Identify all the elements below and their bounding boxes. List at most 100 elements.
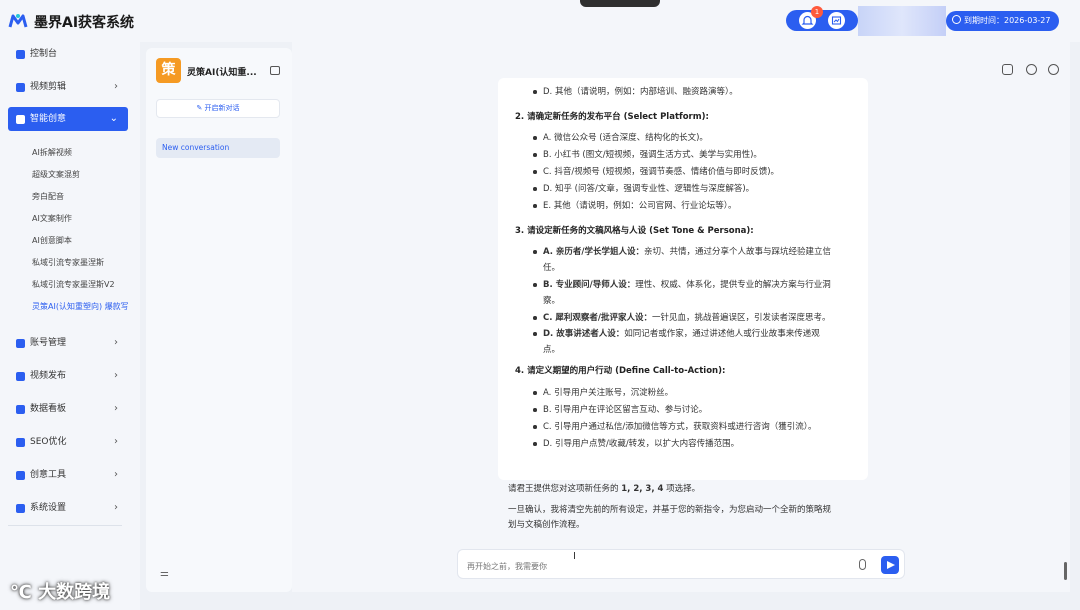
persona-label: D. 故事讲述者人设：	[543, 329, 625, 339]
persona-text: 一针见血，挑战普遍误区，引发读者深度思考。	[652, 313, 831, 323]
sidebar-item-label: 智能创意	[30, 114, 67, 124]
sidebar-subitem[interactable]: 私域引流专家墨涅斯V2	[32, 279, 136, 290]
prompt-bold: 1, 2, 3, 4	[621, 484, 664, 494]
sliders-icon[interactable]: ⚌	[160, 568, 169, 579]
divider	[8, 525, 122, 526]
bullet	[533, 153, 537, 157]
message-line: 任。	[543, 263, 561, 273]
sidebar-item-video-edit[interactable]: 视频剪辑 ›	[8, 75, 128, 99]
sidebar-item-creative-tools[interactable]: 创意工具 ›	[8, 463, 128, 487]
app-title: 墨界AI获客系统	[34, 15, 135, 31]
sidebar-item-seo[interactable]: SEO优化 ›	[8, 430, 128, 454]
sidebar-subitem[interactable]: 超级文案混剪	[32, 169, 136, 180]
sidebar-subitem[interactable]: AI创意脚本	[32, 235, 136, 246]
sidebar-subitem-selected[interactable]: 灵策AI(认知重塑向) 爆款写	[32, 301, 136, 312]
message-line: 察。	[543, 296, 561, 306]
sidebar-item-label: 视频剪辑	[30, 82, 67, 92]
watermark-text: 大数跨境	[38, 582, 111, 603]
message-line: D. 引导用户点赞/收藏/转发，以扩大内容传播范围。	[543, 439, 740, 449]
microphone-icon[interactable]	[859, 559, 866, 570]
sidebar-item-account[interactable]: 账号管理 ›	[8, 331, 128, 355]
chevron-right-icon: ›	[114, 337, 118, 348]
send-icon	[16, 372, 25, 381]
new-chat-button[interactable]: ✎ 开启新对话	[156, 99, 280, 118]
send-button[interactable]	[881, 556, 899, 574]
new-chat-label: 开启新对话	[204, 104, 240, 112]
seo-icon	[16, 438, 25, 447]
sidebar-item-label: SEO优化	[30, 437, 67, 447]
sidebar-item-dashboard[interactable]: 控制台	[8, 42, 128, 66]
notification-badge: 1	[811, 6, 823, 18]
message-line: A. 引导用户关注账号，沉淀粉丝。	[543, 388, 674, 398]
watermark: ℃ 大数跨境	[10, 578, 110, 604]
chat-input[interactable]: 再开始之前，我需要你	[457, 549, 905, 579]
sidebar-item-settings[interactable]: 系统设置 ›	[8, 496, 128, 520]
sidebar-item-data-board[interactable]: 数据看板 ›	[8, 397, 128, 421]
message-line: D. 其他（请说明，例如：内部培训、融资路演等）。	[543, 87, 738, 97]
persona-label: C. 犀利观察者/批评家人设：	[543, 313, 653, 323]
watermark-logo-icon: ℃	[10, 582, 39, 603]
agent-avatar: 策	[156, 58, 181, 83]
sidebar-item-label: 控制台	[30, 49, 58, 59]
bullet	[533, 250, 537, 254]
chevron-right-icon: ›	[114, 502, 118, 513]
chevron-right-icon: ›	[114, 469, 118, 480]
sidebar-subitem[interactable]: 私域引流专家墨涅斯	[32, 257, 136, 268]
sidebar-item-publish[interactable]: 视频发布 ›	[8, 364, 128, 388]
bullet	[533, 187, 537, 191]
tools-icon	[16, 471, 25, 480]
chevron-down-icon: ⌄	[109, 113, 118, 124]
collapse-panel-icon[interactable]	[270, 66, 280, 75]
sidebar-subitem[interactable]: AI文案制作	[32, 213, 136, 224]
chat-toolbar	[1002, 64, 1062, 78]
message-line: D. 知乎 (问答/文章，强调专业性、逻辑性与深度解答)。	[543, 184, 755, 194]
agent-name: 灵策AI(认知重...	[187, 68, 257, 78]
section-title: 2. 请确定新任务的发布平台 (Select Platform):	[515, 112, 709, 122]
screen-notch	[580, 0, 660, 7]
bullet	[533, 391, 537, 395]
chat-input-text[interactable]: 再开始之前，我需要你	[467, 561, 547, 572]
sidebar-item-smart-creative[interactable]: 智能创意 ⌄	[8, 107, 128, 131]
database-icon[interactable]	[1002, 64, 1013, 75]
sidebar-item-label: 系统设置	[30, 503, 67, 513]
sidebar-subitem[interactable]: 旁白配音	[32, 191, 136, 202]
message-line: B. 引导用户在评论区留言互动、参与讨论。	[543, 405, 708, 415]
gear-icon[interactable]	[1026, 64, 1037, 75]
sidebar-item-label: 数据看板	[30, 404, 67, 414]
chart-icon	[16, 405, 25, 414]
sidebar-item-label: 账号管理	[30, 338, 67, 348]
message-line: E. 其他（请说明，例如：公司官网、行业论坛等）。	[543, 201, 737, 211]
creative-icon	[16, 115, 25, 124]
top-bar: 墨界AI获客系统 1 到期时间：2026-03-27	[0, 0, 1080, 42]
chevron-right-icon: ›	[114, 370, 118, 381]
message-line: B. 专业顾问/导师人设：理性、权威、体系化，提供专业的解决方案与行业洞	[543, 278, 831, 290]
confirm-line: 一旦确认，我将清空先前的所有设定，并基于您的新指令，为您启动一个全新的策略规	[508, 505, 832, 515]
prompt-line: 请君王提供您对这项新任务的 1, 2, 3, 4 项选择。	[508, 482, 700, 494]
scrollbar[interactable]	[1064, 562, 1067, 580]
sidebar-item-label: 创意工具	[30, 470, 67, 480]
bullet	[533, 408, 537, 412]
expiry-badge: 到期时间：2026-03-27	[946, 11, 1059, 31]
refresh-icon[interactable]	[1048, 64, 1059, 75]
account-icon	[16, 339, 25, 348]
persona-text: 如同记者或作家，通过讲述他人或行业故事来传递观	[624, 329, 820, 339]
sidebar: 控制台 视频剪辑 › 智能创意 ⌄ AI拆解视频 超级文案混剪 旁白配音 AI文案制…	[0, 42, 140, 610]
edit-icon: ✎	[196, 104, 205, 112]
chevron-right-icon: ›	[114, 436, 118, 447]
bullet	[533, 442, 537, 446]
message-line: C. 抖音/视频号 (短视频，强调节奏感、情绪价值与即时反馈)。	[543, 167, 780, 177]
persona-label: B. 专业顾问/导师人设：	[543, 280, 636, 290]
expiry-text: 到期时间：2026-03-27	[964, 16, 1051, 25]
persona-label: A. 亲历者/学长学姐人设：	[543, 247, 645, 257]
bullet	[533, 332, 537, 336]
sidebar-item-label: 视频发布	[30, 371, 67, 381]
persona-text: 理性、权威、体系化，提供专业的解决方案与行业洞	[635, 280, 831, 290]
sidebar-subitem[interactable]: AI拆解视频	[32, 147, 136, 158]
bullet	[533, 136, 537, 140]
message-line: A. 微信公众号 (适合深度、结构化的长文)。	[543, 133, 708, 143]
confirm-line: 划与文稿创作流程。	[508, 520, 585, 530]
message-line: A. 亲历者/学长学姐人设：亲切、共情，通过分享个人故事与踩坑经验建立信	[543, 245, 831, 257]
analytics-icon[interactable]	[828, 12, 845, 29]
prompt-text: 项选择。	[663, 484, 701, 494]
conversation-item[interactable]: New conversation	[156, 138, 280, 158]
